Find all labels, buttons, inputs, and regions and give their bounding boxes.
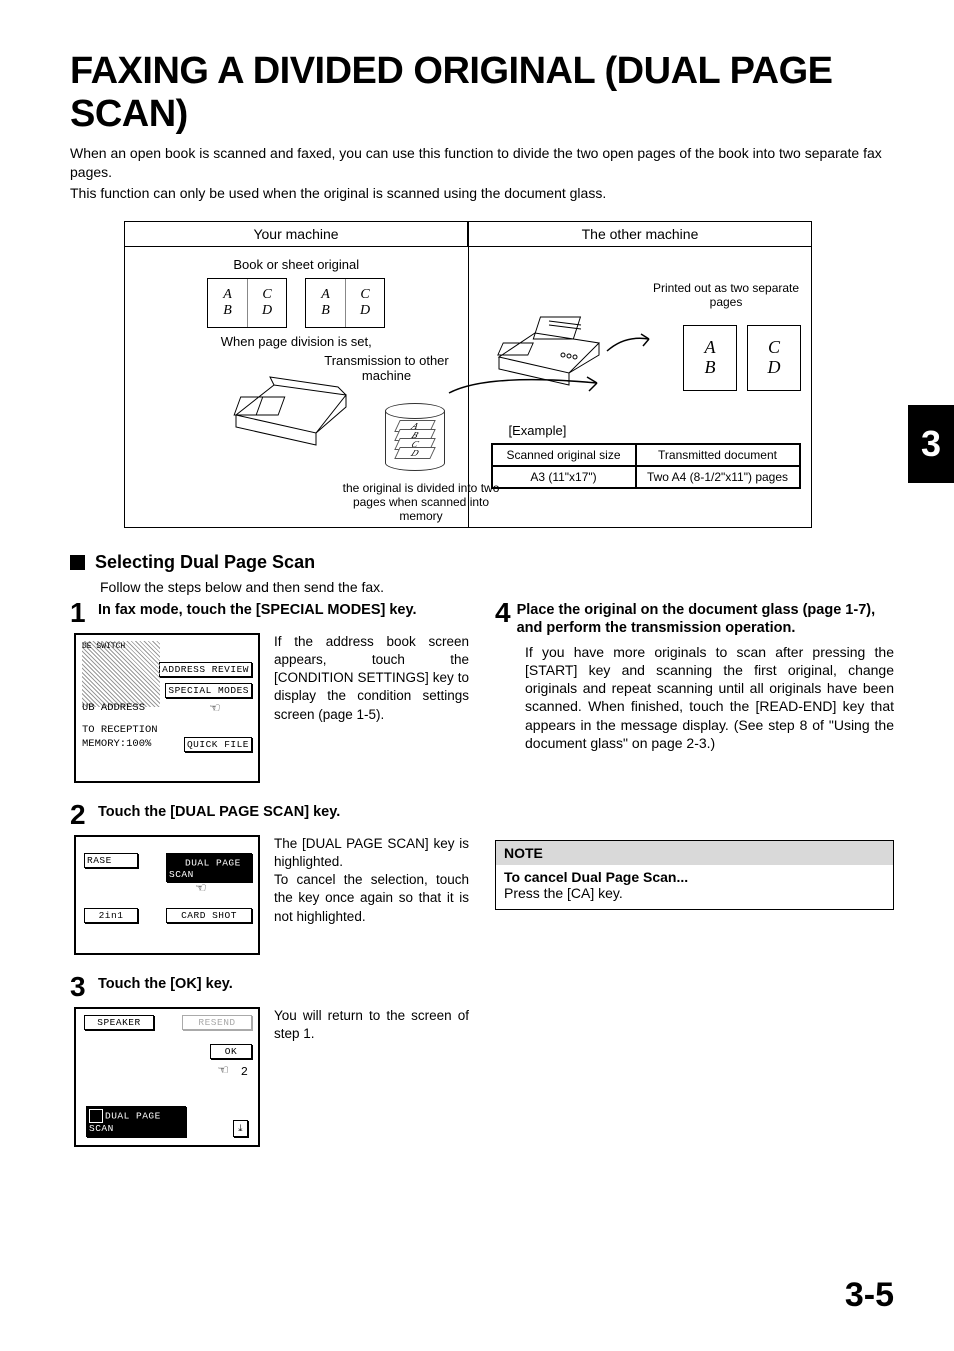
pointing-hand-icon: ☜ (218, 1063, 228, 1079)
book-icons: ABCD ABCD (135, 278, 458, 328)
steps-columns: 1 In fax mode, touch the [SPECIAL MODES]… (70, 599, 894, 1165)
pointing-hand-icon: ☜ (196, 881, 206, 897)
step-4-text: If you have more originals to scan after… (525, 643, 894, 752)
right-column: 4 Place the original on the document gla… (495, 599, 894, 1165)
diagram-head-left: Your machine (125, 222, 468, 247)
example-label: [Example] (509, 423, 567, 438)
step-1-number: 1 (70, 599, 92, 627)
intro-text: When an open book is scanned and faxed, … (70, 144, 894, 203)
step-4-title: Place the original on the document glass… (517, 599, 894, 637)
table-header-1: Scanned original size (492, 444, 636, 466)
concept-diagram: Your machine The other machine Book or s… (124, 221, 812, 528)
dual-page-icon (169, 856, 183, 870)
square-bullet-icon (70, 555, 85, 570)
fax-machine-icon (489, 303, 609, 393)
step-2-text: The [DUAL PAGE SCAN] key is highlighted.… (274, 835, 469, 955)
page-number: 3-5 (845, 1276, 894, 1315)
left-column: 1 In fax mode, touch the [SPECIAL MODES]… (70, 599, 469, 1165)
diagram-right: Printed out as two separate pages AB CD … (469, 247, 812, 517)
page-division-caption: When page division is set, (135, 334, 458, 349)
note-box: NOTE To cancel Dual Page Scan... Press t… (495, 840, 894, 910)
special-modes-button[interactable]: SPECIAL MODES (165, 683, 252, 698)
lcd-screenshot-2: RASE DUAL PAGE SCAN ☜ 2in1 CARD SHOT (74, 835, 260, 955)
quick-file-button[interactable]: QUICK FILE (184, 737, 252, 752)
note-title: To cancel Dual Page Scan... (504, 869, 885, 885)
erase-button[interactable]: RASE (84, 853, 138, 868)
chapter-tab: 3 (908, 405, 954, 483)
lcd-screenshot-1: DE SWITCH ADDRESS REVIEW SPECIAL MODES ☜… (74, 633, 260, 783)
address-review-button[interactable]: ADDRESS REVIEW (159, 662, 252, 677)
section-heading-text: Selecting Dual Page Scan (95, 552, 315, 573)
book-original-caption: Book or sheet original (135, 257, 458, 272)
dual-page-scan-active-button[interactable]: DUAL PAGE SCAN (86, 1106, 186, 1137)
arrow-out-icon (605, 331, 655, 364)
intro-p1: When an open book is scanned and faxed, … (70, 144, 894, 182)
step-1: 1 In fax mode, touch the [SPECIAL MODES]… (70, 599, 469, 783)
speaker-button[interactable]: SPEAKER (84, 1015, 154, 1030)
example-table: Scanned original size Transmitted docume… (491, 443, 801, 489)
step-3-text: You will return to the screen of step 1. (274, 1007, 469, 1147)
transmission-label: Transmission to other machine (312, 353, 462, 383)
page-title: FAXING A DIVIDED ORIGINAL (DUAL PAGE SCA… (70, 50, 894, 136)
note-heading: NOTE (496, 841, 893, 865)
scroll-down-icon[interactable]: ⤓ (231, 1120, 248, 1137)
note-body-text: Press the [CA] key. (504, 885, 885, 901)
diagram-head-right: The other machine (468, 222, 811, 247)
table-cell-2: Two A4 (8-1/2"x11") pages (636, 466, 800, 488)
resend-button[interactable]: RESEND (182, 1015, 252, 1030)
step-2-number: 2 (70, 801, 92, 829)
printed-caption: Printed out as two separate pages (651, 281, 801, 310)
follow-steps-text: Follow the steps below and then send the… (100, 579, 894, 595)
step-2-title: Touch the [DUAL PAGE SCAN] key. (98, 801, 340, 821)
memory-cylinder-icon: A B C D (385, 403, 445, 475)
step-1-title: In fax mode, touch the [SPECIAL MODES] k… (98, 599, 417, 619)
lcd-screenshot-3: SPEAKER RESEND OK ☜ 2 ⤓ DUAL PAGE SCAN (74, 1007, 260, 1147)
table-cell-1: A3 (11"x17") (492, 466, 636, 488)
step-3: 3 Touch the [OK] key. SPEAKER RESEND OK … (70, 973, 469, 1147)
table-header-2: Transmitted document (636, 444, 800, 466)
output-pages-icon: AB CD (683, 325, 801, 391)
step-2: 2 Touch the [DUAL PAGE SCAN] key. RASE D… (70, 801, 469, 955)
step-4-number: 4 (495, 599, 511, 627)
step-3-title: Touch the [OK] key. (98, 973, 233, 993)
page: 3 FAXING A DIVIDED ORIGINAL (DUAL PAGE S… (0, 0, 954, 1351)
diagram-left: Book or sheet original ABCD ABCD When pa… (125, 247, 469, 527)
count-badge: 2 (241, 1065, 248, 1079)
card-shot-button[interactable]: CARD SHOT (166, 908, 252, 923)
ok-button[interactable]: OK (210, 1044, 252, 1059)
step-3-number: 3 (70, 973, 92, 1001)
step-4: 4 Place the original on the document gla… (495, 599, 894, 752)
section-heading: Selecting Dual Page Scan (70, 552, 894, 573)
intro-p2: This function can only be used when the … (70, 184, 894, 203)
step-1-text: If the address book screen appears, touc… (274, 633, 469, 783)
2in1-button[interactable]: 2in1 (84, 908, 138, 923)
dual-page-icon (89, 1109, 103, 1123)
dual-page-scan-button[interactable]: DUAL PAGE SCAN (166, 853, 252, 883)
